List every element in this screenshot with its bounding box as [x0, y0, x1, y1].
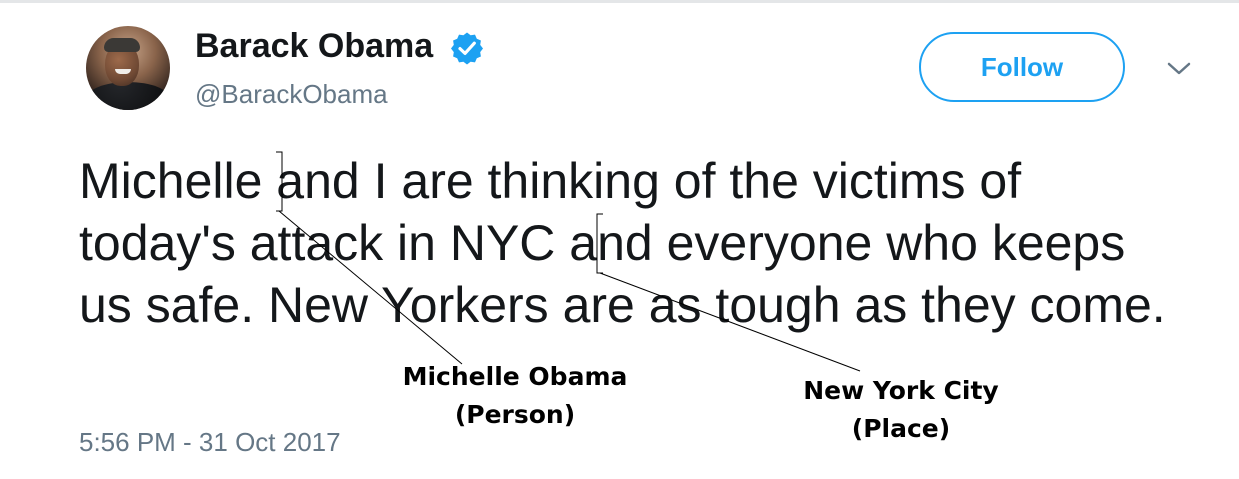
avatar-smile: [115, 69, 131, 74]
avatar-hair: [104, 38, 140, 52]
tweet-timestamp[interactable]: 5:56 PM - 31 Oct 2017: [79, 427, 341, 458]
author-handle[interactable]: @BarackObama: [195, 79, 388, 110]
annotation-person-type: (Person): [454, 400, 576, 429]
avatar-coat: [86, 82, 170, 110]
annotation-place-type: (Place): [851, 414, 951, 443]
annotation-person: Michelle Obama (Person): [375, 358, 655, 434]
annotation-place-entity: New York City: [803, 376, 999, 405]
avatar[interactable]: [86, 26, 170, 110]
author-name[interactable]: Barack Obama: [195, 27, 433, 66]
chevron-down-icon[interactable]: [1166, 60, 1192, 78]
top-divider: [0, 0, 1239, 3]
annotation-person-entity: Michelle Obama: [402, 362, 628, 391]
annotation-place: New York City (Place): [771, 372, 1031, 448]
verified-badge-icon: [451, 32, 483, 65]
follow-button[interactable]: Follow: [919, 32, 1125, 102]
tweet-text: Michelle and I are thinking of the victi…: [79, 153, 1166, 333]
